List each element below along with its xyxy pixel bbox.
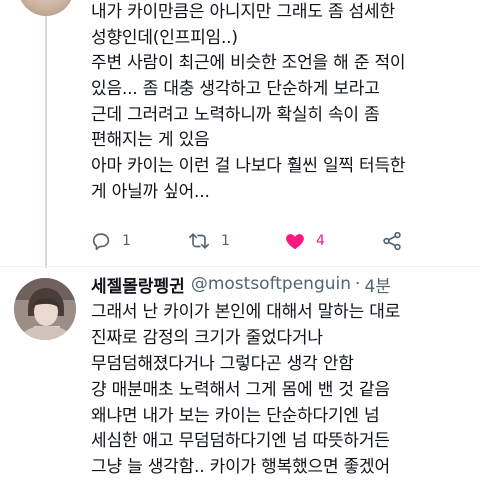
tweet-1-line: 근데 그러려고 노력하니까 확실히 속이 좀 xyxy=(91,104,380,125)
tweet-1-line: 아마 카이는 이런 걸 나보다 훨씬 일찍 터득한 xyxy=(91,156,406,177)
previous-author-avatar[interactable] xyxy=(18,0,74,16)
avatar[interactable] xyxy=(14,278,76,340)
tweet-2-text: 그래서 난 카이가 본인에 대해서 말하는 대로 진짜로 감정의 크기가 줄었다… xyxy=(91,300,476,481)
separator-dot: · xyxy=(355,274,361,294)
reply-icon xyxy=(90,230,112,252)
tweet-1-action-bar: 1 1 4 xyxy=(90,228,420,254)
tweet-1-text: 내가 카이만큼은 아니지만 그래도 좀 섬세한 성향인데(인프피임..) 주변 … xyxy=(91,0,471,206)
tweet-1-line: 주변 사람이 최근에 비슷한 조언을 해 준 적이 xyxy=(91,53,406,74)
timestamp[interactable]: 4분 xyxy=(364,272,390,297)
tweet-2-line: 걍 매분매초 노력해서 그게 몸에 밴 것 같음 xyxy=(91,379,390,400)
display-name[interactable]: 세젤몰랑펭귄 xyxy=(91,272,185,297)
tweet-1-line: 성향인데(인프피임..) xyxy=(91,27,238,48)
tweet-1-line: 내가 카이만큼은 아니지만 그래도 좀 섬세한 xyxy=(91,2,395,22)
tweet-1-line: 편해지는 게 있음 xyxy=(91,130,210,151)
share-icon xyxy=(381,230,403,252)
tweet-2-line: 그냥 늘 생각함.. 카이가 행복했으면 좋겠어 xyxy=(91,457,390,478)
tweet-2-line: 그래서 난 카이가 본인에 대해서 말하는 대로 xyxy=(91,302,401,322)
like-button[interactable]: 4 xyxy=(284,228,325,254)
tweet-2-line: 무덤덤해졌다거나 그렇다곤 생각 안함 xyxy=(91,353,354,374)
share-button[interactable] xyxy=(381,228,403,254)
thread-connector-line xyxy=(45,16,47,268)
like-icon xyxy=(284,230,306,252)
reply-count: 1 xyxy=(122,233,131,249)
tweet-2-header: 세젤몰랑펭귄 @mostsoftpenguin · 4분 xyxy=(91,271,391,297)
retweet-button[interactable]: 1 xyxy=(187,228,230,254)
tweet-1-line: 게 아닐까 싶어... xyxy=(91,181,210,202)
tweet-2-line: 왜냐면 내가 보는 카이는 단순하다기엔 넘 xyxy=(91,405,380,426)
tweet-divider xyxy=(0,266,480,267)
user-handle[interactable]: @mostsoftpenguin xyxy=(191,274,351,294)
tweet-2-line: 진짜로 감정의 크기가 줄었다거나 xyxy=(91,327,323,348)
reply-button[interactable]: 1 xyxy=(90,228,131,254)
like-count: 4 xyxy=(316,233,325,249)
retweet-icon xyxy=(187,230,211,252)
retweet-count: 1 xyxy=(221,233,230,249)
tweet-1-line: 있음... 좀 대충 생각하고 단순하게 보라고 xyxy=(91,79,380,100)
tweet-2-line: 세심한 애고 무덤덤하다기엔 넘 따뜻하거든 xyxy=(91,431,390,452)
